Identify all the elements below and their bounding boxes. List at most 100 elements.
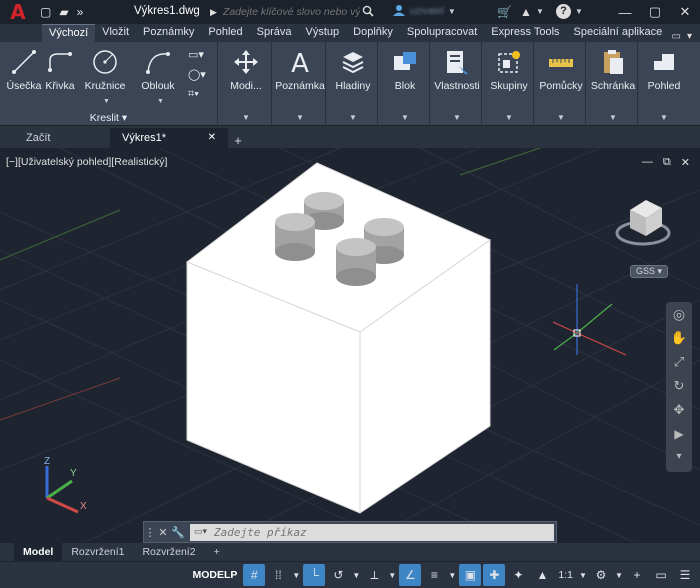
annotation-visibility-icon[interactable]: ✚ (483, 564, 506, 586)
search-icon[interactable] (362, 5, 374, 20)
hatch-icon[interactable]: ⌗▾ (188, 88, 199, 101)
model-space-button[interactable]: MODELP (188, 569, 241, 581)
tab-drawing1[interactable]: Výkres1* ✕ (110, 128, 228, 148)
chevron-down-icon[interactable]: ▼ (453, 113, 461, 122)
drawing-viewport[interactable]: Z Y X [−][Uživatelský pohled][Realistick… (0, 148, 700, 542)
viewport-controls-label[interactable]: [−][Uživatelský pohled][Realistický] (6, 156, 167, 168)
drag-handle-icon[interactable]: ⋮ (144, 526, 156, 539)
chevron-down-icon[interactable]: ▼ (447, 564, 457, 586)
close-button[interactable]: ✕ (670, 0, 700, 24)
more-tools-icon[interactable]: » (73, 5, 88, 19)
chevron-down-icon[interactable]: ▼ (575, 7, 583, 16)
viewport-restore-icon[interactable]: ⧉ (663, 156, 671, 169)
modify-tool[interactable]: Modi... (222, 46, 270, 92)
help-icon[interactable]: ? (556, 4, 571, 19)
annotation-tool[interactable]: A Poznámka (274, 46, 326, 92)
polyline-tool[interactable]: Křivka (42, 46, 78, 92)
chevron-down-icon[interactable]: ▼ (609, 113, 617, 122)
tab-collaborate[interactable]: Spolupracovat (400, 24, 484, 42)
search-expand-icon[interactable]: ▶ (210, 7, 217, 18)
tab-model[interactable]: Model (14, 543, 63, 561)
line-tool[interactable]: Úsečka (6, 46, 42, 92)
cylinder[interactable] (275, 213, 315, 261)
application-menu-button[interactable]: A (0, 0, 36, 24)
chevron-down-icon[interactable]: ▼ (660, 113, 668, 122)
chevron-down-icon[interactable]: ▼ (448, 7, 456, 16)
showmotion-icon[interactable]: ✥ (666, 398, 692, 422)
chevron-down-icon[interactable]: ▼ (614, 564, 624, 586)
chevron-down-icon[interactable]: ▼ (536, 7, 544, 16)
ortho-icon[interactable]: └ (303, 564, 326, 586)
close-icon[interactable]: ✕ (208, 128, 216, 148)
zoom-extents-icon[interactable]: ⤢ (666, 350, 692, 374)
customize-wrench-icon[interactable]: 🔧 (170, 526, 186, 539)
annotation-autoscale-icon[interactable]: ✦ (507, 564, 529, 586)
groups-tool[interactable]: Skupiny (484, 46, 534, 92)
chevron-down-icon[interactable]: ▼ (157, 98, 164, 105)
tab-addins[interactable]: Doplňky (346, 24, 400, 42)
clipboard-tool[interactable]: Schránka (588, 46, 638, 92)
chevron-down-icon[interactable]: ▾ (687, 31, 692, 42)
new-tab-button[interactable]: + (228, 133, 248, 148)
workspace-gear-icon[interactable]: ⚙ (590, 564, 612, 586)
tab-layout2[interactable]: Rozvržení2 (133, 543, 204, 561)
tab-layout1[interactable]: Rozvržení1 (62, 543, 133, 561)
store-cart-icon[interactable]: 🛒 (497, 5, 512, 19)
grid-icon[interactable]: # (243, 564, 266, 586)
search-input[interactable] (218, 3, 360, 21)
tab-featured-apps[interactable]: Speciální aplikace (567, 24, 670, 42)
add-scale-icon[interactable]: + (626, 564, 648, 586)
draw-panel-title[interactable]: Kreslit ▾ (0, 112, 217, 124)
tab-annotate[interactable]: Poznámky (136, 24, 201, 42)
maximize-button[interactable]: ▢ (640, 0, 670, 24)
viewcube[interactable] (615, 200, 671, 246)
connect-icon[interactable]: ▲ (520, 5, 532, 19)
chevron-down-icon[interactable]: ▼ (103, 98, 110, 105)
viewport-minimize-icon[interactable]: — (642, 156, 653, 169)
cylinder[interactable] (336, 238, 376, 286)
tab-view[interactable]: Pohled (201, 24, 249, 42)
tab-start[interactable]: Začít (14, 128, 110, 148)
annotation-scale-value[interactable]: 1:1 (555, 569, 576, 581)
dynamic-input-icon[interactable]: ∠ (399, 564, 422, 586)
recent-commands-icon[interactable]: ▭▾ (194, 526, 207, 537)
fullscreen-icon[interactable]: ▭ (650, 564, 672, 586)
view-tool[interactable]: Pohled (640, 46, 688, 92)
chevron-down-icon[interactable]: ▼ (557, 113, 565, 122)
open-folder-icon[interactable]: ▰ (55, 5, 72, 19)
rectangle-icon[interactable]: ▭▾ (188, 48, 204, 61)
new-file-icon[interactable]: ▢ (36, 5, 55, 19)
play-icon[interactable]: ▶ (666, 422, 692, 446)
command-input[interactable] (190, 526, 490, 539)
viewport-close-icon[interactable]: ✕ (681, 156, 690, 169)
chevron-down-icon[interactable]: ▼ (387, 564, 397, 586)
tab-express-tools[interactable]: Express Tools (484, 24, 566, 42)
ellipse-icon[interactable]: ◯▾ (188, 68, 206, 81)
chevron-down-icon[interactable]: ▼ (349, 113, 357, 122)
customization-menu-icon[interactable]: ☰ (674, 564, 696, 586)
chevron-down-icon[interactable]: ▼ (242, 113, 250, 122)
lineweight-icon[interactable]: ≡ (423, 564, 445, 586)
chevron-down-icon[interactable]: ▼ (291, 564, 301, 586)
layers-tool[interactable]: Hladiny (328, 46, 378, 92)
chevron-down-icon[interactable]: ▼ (296, 113, 304, 122)
add-layout-button[interactable]: + (205, 543, 229, 561)
close-icon[interactable]: ✕ (156, 526, 170, 539)
tab-output[interactable]: Výstup (299, 24, 347, 42)
orbit-icon[interactable]: ↻ (666, 374, 692, 398)
chevron-down-icon[interactable]: ▼ (351, 564, 361, 586)
block-tool[interactable]: Blok (380, 46, 430, 92)
chevron-down-icon[interactable]: ▼ (401, 113, 409, 122)
polar-icon[interactable]: ↺ (327, 564, 349, 586)
tab-manage[interactable]: Správa (250, 24, 299, 42)
steering-wheel-icon[interactable]: ◎ (666, 302, 692, 326)
annotation-scale-icon[interactable]: ▲ (531, 564, 553, 586)
wcs-menu[interactable]: GSS ▾ (630, 265, 668, 278)
snap-icon[interactable]: ⁞⁞ (267, 564, 289, 586)
tab-home[interactable]: Výchozí (42, 24, 96, 42)
tab-insert[interactable]: Vložit (95, 24, 136, 42)
chevron-down-icon[interactable]: ▼ (578, 564, 588, 586)
pan-hand-icon[interactable]: ✋ (666, 326, 692, 350)
properties-tool[interactable]: Vlastnosti (432, 46, 482, 92)
ribbon-options-icon[interactable]: ▭ (672, 31, 681, 42)
